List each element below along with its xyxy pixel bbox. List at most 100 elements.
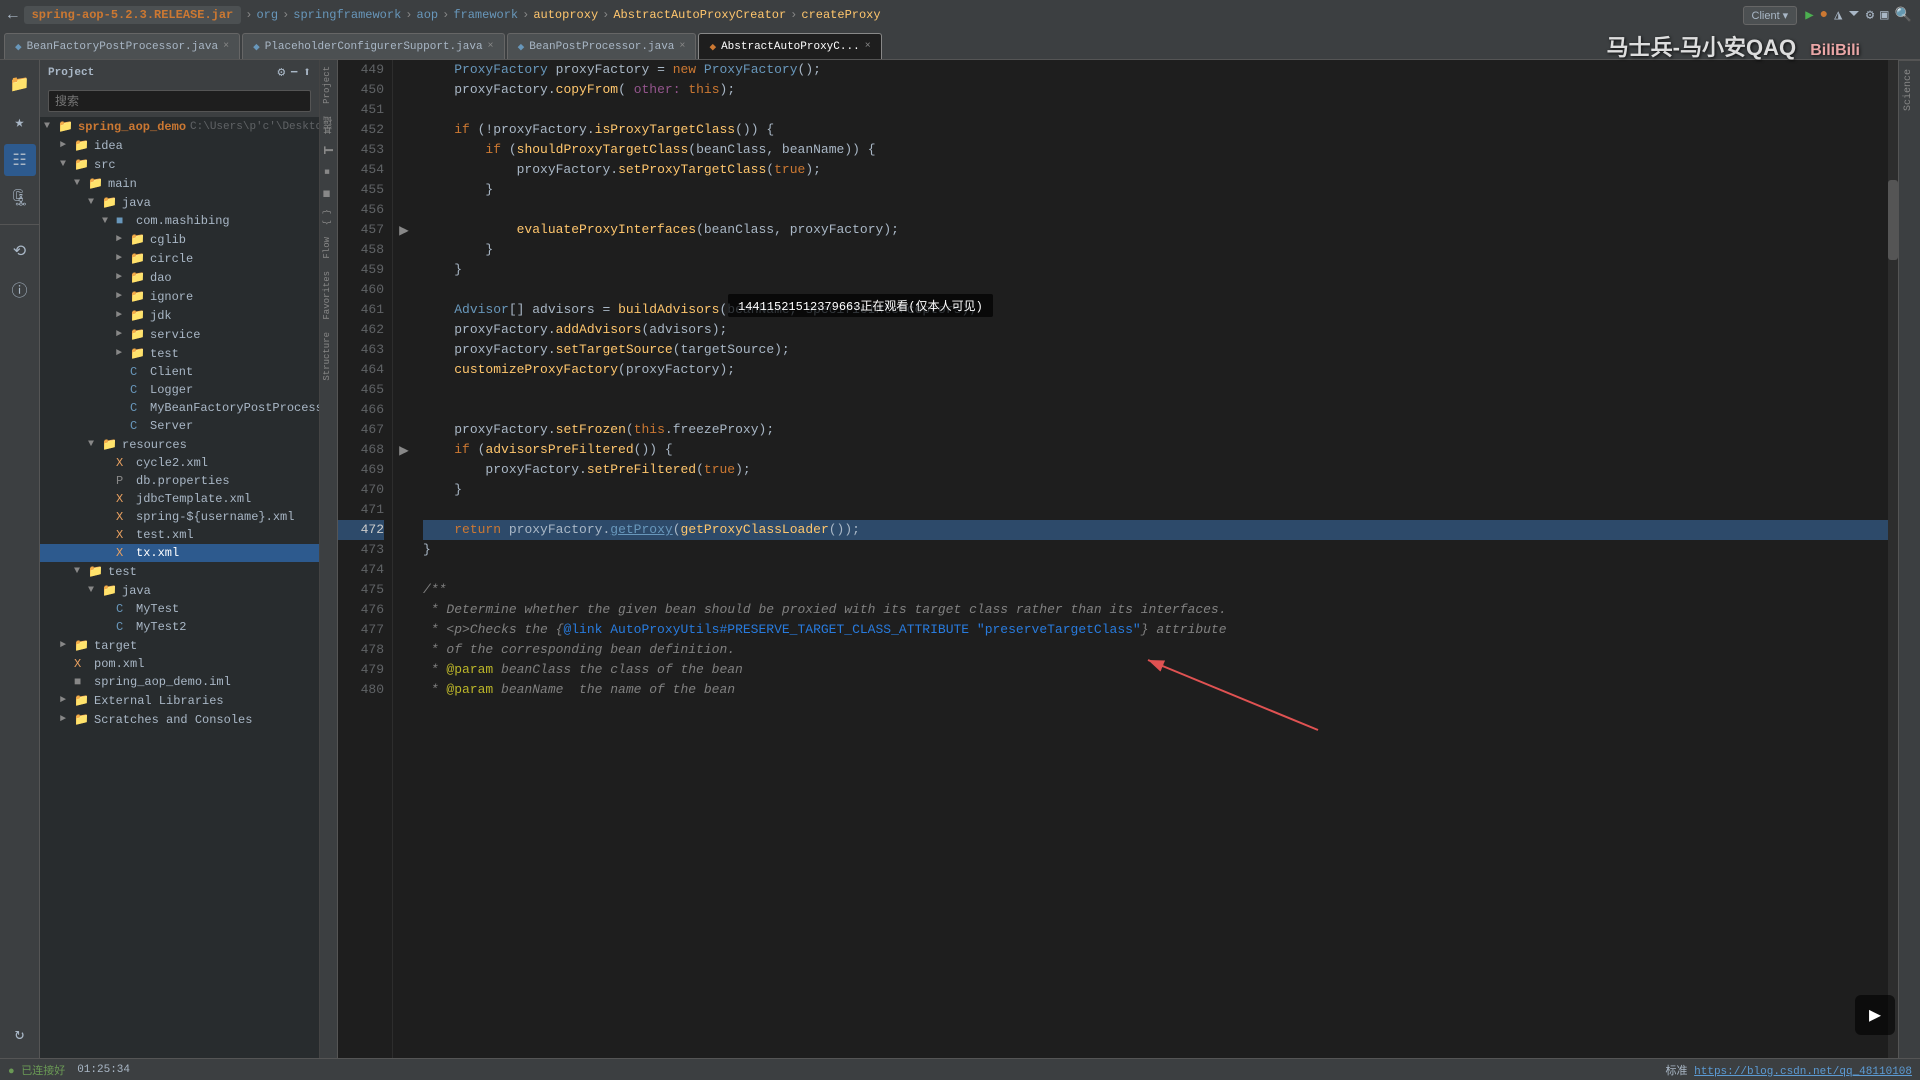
class-server[interactable]: ► C Server [40, 417, 319, 435]
label-brace[interactable]: { } [320, 203, 337, 231]
settings-icon[interactable]: ⚙ [1866, 7, 1874, 24]
debug-icon[interactable]: ● [1820, 7, 1828, 24]
code-line-468: if (advisorsPreFiltered()) { [423, 440, 1888, 460]
project-root[interactable]: ▼ 📁 spring_aop_demo C:\Users\p'c'\Deskto… [40, 117, 319, 136]
search-icon[interactable]: 🔍 [1895, 7, 1912, 24]
folder-icon-java-test: 📁 [102, 583, 118, 598]
folder-dao[interactable]: ► 📁 dao [40, 268, 319, 287]
folder-resources[interactable]: ▼ 📁 resources [40, 435, 319, 454]
file-jdbc[interactable]: ► X jdbcTemplate.xml [40, 490, 319, 508]
back-icon[interactable]: ← [8, 6, 18, 24]
window-icon[interactable]: ▣ [1880, 7, 1888, 24]
bc-org[interactable]: org [256, 8, 278, 22]
structure-icon[interactable]: ☷ [4, 144, 36, 176]
folder-src[interactable]: ▼ 📁 src [40, 155, 319, 174]
label-basics[interactable]: 基础 [320, 110, 337, 140]
folder-target[interactable]: ► 📁 target [40, 636, 319, 655]
folder-test-inner[interactable]: ► 📁 test [40, 344, 319, 363]
folder-test-outer[interactable]: ▼ 📁 test [40, 562, 319, 581]
class-mytest[interactable]: ► C MyTest [40, 600, 319, 618]
code-content[interactable]: ProxyFactory proxyFactory = new ProxyFac… [415, 60, 1888, 1058]
bc-method[interactable]: createProxy [801, 8, 880, 22]
tab-label-1: BeanFactoryPostProcessor.java [27, 41, 218, 53]
folder-java-test[interactable]: ▼ 📁 java [40, 581, 319, 600]
tab-beanpost[interactable]: ◆ BeanPostProcessor.java × [507, 33, 697, 59]
file-dbprops[interactable]: ► P db.properties [40, 472, 319, 490]
file-spring-user[interactable]: ► X spring-${username}.xml [40, 508, 319, 526]
scrollbar-thumb[interactable] [1888, 180, 1898, 260]
folder-external-libs[interactable]: ► 📁 External Libraries [40, 691, 319, 710]
database-icon[interactable]: 🗜 [4, 182, 36, 214]
folder-main[interactable]: ▼ 📁 main [40, 174, 319, 193]
bc-autoproxy[interactable]: autoproxy [533, 8, 598, 22]
file-pomxml[interactable]: ► X pom.xml [40, 655, 319, 673]
gear-icon[interactable]: ⚙ [278, 65, 286, 80]
tab-abstractautoproxy[interactable]: ◆ AbstractAutoProxyC... × [698, 33, 881, 59]
class-client[interactable]: ► C Client [40, 363, 319, 381]
bc-class[interactable]: AbstractAutoProxyCreator [613, 8, 786, 22]
tab-beanfactory[interactable]: ◆ BeanFactoryPostProcessor.java × [4, 33, 240, 59]
undo-icon[interactable]: ⟲ [4, 235, 36, 267]
right-label-science[interactable]: Science [1899, 60, 1920, 119]
label-hexagon[interactable]: ⯀ [320, 182, 337, 203]
label-logger: Logger [150, 383, 193, 397]
label-square[interactable]: ■ [320, 160, 337, 182]
tab-close-1[interactable]: × [223, 41, 229, 52]
label-iml: spring_aop_demo.iml [94, 675, 231, 689]
tab-close-4[interactable]: × [865, 41, 871, 52]
status-right: 标准 https://blog.csdn.net/qq_48110108 [1666, 1062, 1912, 1078]
folder-jdk[interactable]: ► 📁 jdk [40, 306, 319, 325]
folder-idea[interactable]: ► 📁 idea [40, 136, 319, 155]
folder-scratches[interactable]: ► 📁 Scratches and Consoles [40, 710, 319, 729]
class-mybeanfactory[interactable]: ► C MyBeanFactoryPostProcessor [40, 399, 319, 417]
scrollbar-vertical[interactable] [1888, 60, 1898, 1058]
label-structure-side[interactable]: Structure [320, 326, 337, 387]
bc-springframework[interactable]: springframework [293, 8, 401, 22]
sidebar: Project ⚙ − ⬆ ▼ 📁 spring_aop_demo C:\Use… [40, 60, 320, 1058]
folder-java[interactable]: ▼ 📁 java [40, 193, 319, 212]
folder-circle[interactable]: ► 📁 circle [40, 249, 319, 268]
info-icon[interactable]: ⓘ [4, 273, 36, 305]
class-mytest2[interactable]: ► C MyTest2 [40, 618, 319, 636]
flow-icon[interactable]: ↻ [4, 1018, 36, 1050]
more-run-icon[interactable]: ⏷ [1848, 7, 1859, 24]
file-testxml[interactable]: ► X test.xml [40, 526, 319, 544]
label-test-outer: test [108, 565, 137, 579]
minimize-icon[interactable]: − [290, 65, 298, 80]
label-flow[interactable]: Flow [320, 231, 337, 265]
bookmark-icon[interactable]: ★ [4, 106, 36, 138]
file-iml[interactable]: ► ■ spring_aop_demo.iml [40, 673, 319, 691]
file-txxml[interactable]: ► X tx.xml [40, 544, 319, 562]
label-favorites[interactable]: Favorites [320, 265, 337, 326]
search-input[interactable] [48, 90, 311, 112]
label-T[interactable]: T [320, 140, 337, 160]
tab-close-3[interactable]: × [679, 41, 685, 52]
arrow-java: ▼ [88, 197, 102, 208]
line-numbers: 449 450 451 452 453 454 455 456 457 458 … [338, 60, 393, 1058]
run-icon[interactable]: ▶ [1805, 7, 1813, 24]
folder-service[interactable]: ► 📁 service [40, 325, 319, 344]
search-box [40, 85, 319, 117]
watermark: 马士兵-马小安QAQ BiliBili [1607, 30, 1860, 62]
folder-cglib[interactable]: ► 📁 cglib [40, 230, 319, 249]
label-project[interactable]: Project [320, 60, 337, 110]
tab-placeholder[interactable]: ◆ PlaceholderConfigurerSupport.java × [242, 33, 504, 59]
class-logger[interactable]: ► C Logger [40, 381, 319, 399]
coverage-icon[interactable]: ◮ [1834, 7, 1842, 24]
folder-icon-resources: 📁 [102, 437, 118, 452]
file-cycle2[interactable]: ► X cycle2.xml [40, 454, 319, 472]
bc-aop[interactable]: aop [417, 8, 439, 22]
client-button[interactable]: Client ▾ [1743, 6, 1798, 25]
gutter: ▶ ▶ [393, 60, 415, 1058]
jar-label[interactable]: spring-aop-5.2.3.RELEASE.jar [24, 6, 242, 24]
expand-icon[interactable]: ⬆ [303, 65, 311, 80]
folder-ignore[interactable]: ► 📁 ignore [40, 287, 319, 306]
bc-framework[interactable]: framework [453, 8, 518, 22]
csdn-link[interactable]: https://blog.csdn.net/qq_48110108 [1694, 1066, 1912, 1078]
tab-close-2[interactable]: × [488, 41, 494, 52]
project-icon[interactable]: 📁 [4, 68, 36, 100]
arrow-jdk: ► [116, 310, 130, 321]
label-mytest2: MyTest2 [136, 620, 186, 634]
package-mashibing[interactable]: ▼ ■ com.mashibing [40, 212, 319, 230]
play-button[interactable]: ▶ [1855, 995, 1895, 1035]
